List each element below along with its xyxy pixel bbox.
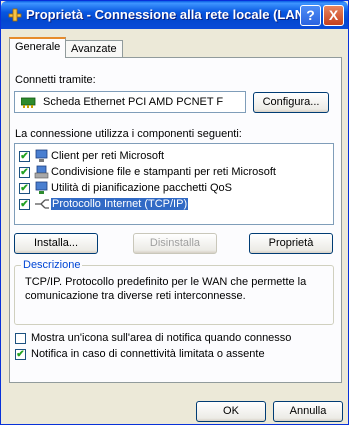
tab-generale[interactable]: Generale [9, 37, 67, 58]
tcpip-checkbox[interactable]: ✔ [19, 199, 30, 210]
list-item-label: Protocollo Internet (TCP/IP) [51, 198, 189, 210]
show-icon-checkbox[interactable]: ✔ [15, 333, 26, 344]
notify-label: Notifica in caso di connettività limitat… [31, 348, 265, 360]
notify-option[interactable]: ✔ Notifica in caso di connettività limit… [15, 347, 335, 363]
file-printer-sharing-icon [34, 165, 49, 179]
show-icon-option[interactable]: ✔ Mostra un'icona sull'area di notifica … [15, 331, 335, 347]
close-button[interactable]: X [323, 5, 344, 26]
list-item-label: Client per reti Microsoft [51, 150, 165, 162]
uninstall-button[interactable]: Disinstalla [133, 233, 217, 254]
qos-scheduler-icon [35, 181, 48, 194]
properties-dialog: Proprietà - Connessione alla rete locale… [0, 0, 349, 425]
adapter-name: Scheda Ethernet PCI AMD PCNET F [43, 96, 224, 108]
file-sharing-checkbox[interactable]: ✔ [19, 167, 30, 178]
network-connection-icon [8, 8, 22, 22]
tab-avanzate[interactable]: Avanzate [65, 40, 123, 58]
cancel-button[interactable]: Annulla [273, 401, 343, 422]
connect-using-label: Connetti tramite: [15, 74, 96, 86]
components-label: La connessione utilizza i componenti seg… [15, 128, 242, 140]
qos-checkbox[interactable]: ✔ [19, 183, 30, 194]
properties-button[interactable]: Proprietà [249, 233, 333, 254]
list-item-label: Utilità di pianificazione pacchetti QoS [51, 182, 232, 194]
components-list[interactable]: ✔ Client per reti Microsoft ✔ Condivisio… [14, 143, 334, 225]
title-bar[interactable]: Proprietà - Connessione alla rete locale… [1, 1, 348, 29]
window-title: Proprietà - Connessione alla rete locale… [26, 7, 309, 22]
description-title: Descrizione [21, 259, 83, 271]
client-checkbox[interactable]: ✔ [19, 151, 30, 162]
notify-checkbox[interactable]: ✔ [15, 349, 26, 360]
description-text: TCP/IP. Protocollo predefinito per le WA… [25, 276, 307, 302]
ok-button[interactable]: OK [196, 401, 266, 422]
network-adapter-icon [21, 97, 36, 108]
show-icon-label: Mostra un'icona sull'area di notifica qu… [31, 332, 292, 344]
network-client-icon [35, 149, 48, 162]
configure-button[interactable]: Configura... [253, 92, 329, 113]
list-item-label: Condivisione file e stampanti per reti M… [51, 166, 276, 178]
network-protocol-icon [35, 199, 49, 209]
adapter-field: Scheda Ethernet PCI AMD PCNET F [14, 91, 246, 113]
help-button[interactable]: ? [300, 5, 321, 26]
install-button[interactable]: Installa... [14, 233, 98, 254]
